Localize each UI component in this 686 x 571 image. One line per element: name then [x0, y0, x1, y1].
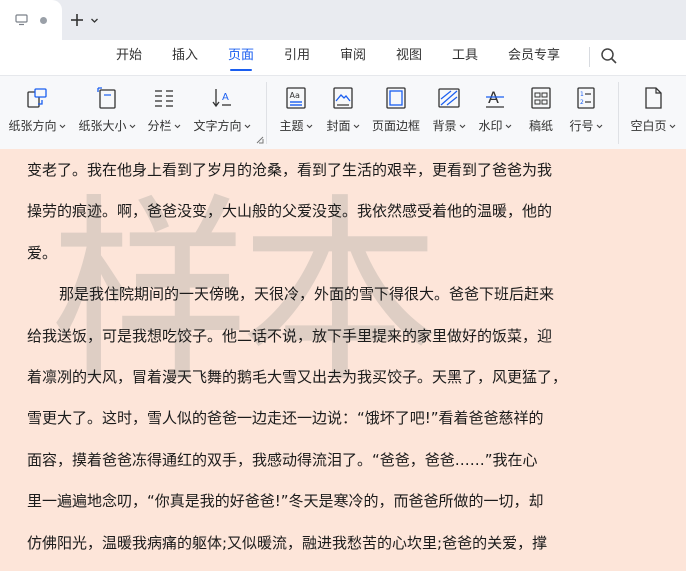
- page-size-label: 纸张大小: [78, 119, 127, 133]
- menu-bar: 开始 插入 页面 引用 审阅 视图 工具 会员专享: [0, 40, 686, 74]
- text-line: 变老了。我在他身上看到了岁月的沧桑，看到了生活的艰辛，更看到了爸爸为我: [27, 161, 553, 179]
- menu-insert[interactable]: 插入: [172, 47, 198, 65]
- menu-home[interactable]: 开始: [116, 47, 142, 65]
- text-line: 里一遍遍地念叨，“你真是我的好爸爸!”冬天是寒冷的，而爸爸所做的一切，却: [27, 492, 544, 511]
- page-size-button[interactable]: 纸张大小: [78, 86, 136, 138]
- new-tab-button[interactable]: [70, 9, 99, 31]
- chevron-down-icon: [174, 124, 180, 128]
- text-line: 那是我住院期间的一天傍晚，天很冷，外面的雪下得很大。爸爸下班后赶来: [59, 285, 555, 304]
- toolbar-divider: [266, 82, 267, 144]
- menu-page-label: 页面: [228, 48, 255, 63]
- chevron-down-icon[interactable]: [90, 16, 99, 25]
- page-border-button[interactable]: 页面边框: [371, 86, 421, 138]
- menu-member[interactable]: 会员专享: [508, 47, 560, 65]
- chevron-down-icon: [244, 124, 250, 128]
- chevron-down-icon: [129, 124, 135, 128]
- manuscript-paper-label: 稿纸: [528, 119, 553, 133]
- watermark-label: 水印: [478, 119, 503, 133]
- text-direction-icon: A: [212, 89, 231, 108]
- search-icon[interactable]: [599, 46, 619, 66]
- menu-tools[interactable]: 工具: [452, 47, 478, 65]
- chevron-down-icon: [306, 124, 312, 128]
- line-number-button[interactable]: 1 2 行号: [567, 86, 605, 138]
- monitor-icon: [15, 14, 28, 26]
- line-number-label: 行号: [569, 119, 594, 133]
- columns-label: 分栏: [147, 119, 172, 133]
- menu-review[interactable]: 审阅: [340, 47, 366, 65]
- columns-icon: [155, 90, 173, 107]
- chevron-down-icon: [59, 124, 65, 128]
- chevron-down-icon: [353, 124, 359, 128]
- plus-icon: [71, 14, 83, 26]
- text-direction-button[interactable]: A 文字方向: [194, 86, 250, 138]
- unsaved-dot-icon: [40, 16, 47, 24]
- page-size-icon: [97, 87, 116, 109]
- ribbon-toolbar: 纸张方向 纸张大小 分栏 A 文字方向 Aa 主题 封面 页面边框 背景 A 水…: [0, 75, 686, 150]
- text-line: 仿佛阳光，温暖我病痛的躯体;又似暖流，融进我愁苦的心坎里;爸爸的关爱，撑: [27, 533, 548, 552]
- active-tab-indicator: [230, 69, 253, 71]
- blank-page-label: 空白页: [630, 119, 667, 133]
- page-orientation-icon: [27, 88, 47, 108]
- document-body[interactable]: 变老了。我在他身上看到了岁月的沧桑，看到了生活的艰辛，更看到了爸爸为我 操劳的痕…: [27, 155, 587, 569]
- text-direction-label: 文字方向: [193, 119, 242, 133]
- menu-reference[interactable]: 引用: [284, 47, 310, 65]
- chevron-down-icon: [459, 124, 465, 128]
- dialog-launcher-icon[interactable]: [256, 136, 264, 144]
- theme-icon: Aa: [286, 87, 306, 109]
- page-border-icon: [386, 87, 406, 109]
- columns-button[interactable]: 分栏: [146, 86, 182, 138]
- toolbar-divider: [618, 82, 619, 144]
- background-label: 背景: [432, 119, 457, 133]
- chevron-down-icon: [505, 124, 511, 128]
- menu-page[interactable]: 页面: [228, 47, 255, 71]
- page-orientation-label: 纸张方向: [8, 119, 57, 133]
- text-line: 雪更大了。这时，雪人似的爸爸一边走还一边说：“饿坏了吧!”看着爸爸慈祥的: [27, 409, 544, 428]
- menu-view[interactable]: 视图: [396, 47, 422, 65]
- theme-button[interactable]: Aa 主题: [278, 86, 314, 138]
- line-number-icon: 1 2: [577, 87, 595, 109]
- background-button[interactable]: 背景: [430, 86, 468, 138]
- tab-strip: [0, 0, 686, 40]
- chevron-down-icon: [596, 124, 602, 128]
- text-line: 给我送饭，可是我想吃饺子。他二话不说，放下手里提来的家里做好的饭菜，迎: [27, 326, 553, 345]
- watermark-button[interactable]: A 水印: [476, 86, 514, 138]
- theme-label: 主题: [279, 119, 304, 133]
- text-line: 爱。: [27, 243, 58, 262]
- text-line: 面容，摸着爸爸冻得通红的双手，我感动得流泪了。“爸爸，爸爸……”我在心: [27, 450, 538, 469]
- svg-text:A: A: [222, 92, 229, 103]
- svg-text:2: 2: [580, 99, 584, 106]
- document-page[interactable]: 样本 变老了。我在他身上看到了岁月的沧桑，看到了生活的艰辛，更看到了爸爸为我 操…: [0, 149, 686, 571]
- text-line: 着凛冽的大风，冒着漫天飞舞的鹅毛大雪又出去为我买饺子。天黑了，风更猛了，: [27, 367, 568, 386]
- cover-icon: [333, 87, 353, 109]
- blank-page-icon: [645, 87, 662, 109]
- svg-text:1: 1: [580, 91, 584, 98]
- page-border-label: 页面边框: [371, 119, 420, 133]
- text-line: 操劳的痕迹。啊，爸爸没变，大山般的父爱没变。我依然感受着他的温暖，他的: [27, 202, 553, 221]
- document-tab[interactable]: [0, 0, 62, 40]
- watermark-icon: A: [486, 88, 504, 108]
- chevron-down-icon: [669, 124, 675, 128]
- page-orientation-button[interactable]: 纸张方向: [8, 86, 66, 138]
- background-icon: [438, 88, 460, 108]
- menu-divider: [589, 47, 590, 67]
- manuscript-paper-button[interactable]: 稿纸: [525, 86, 557, 138]
- svg-text:Aa: Aa: [290, 91, 300, 100]
- cover-button[interactable]: 封面: [325, 86, 361, 138]
- blank-page-button[interactable]: 空白页: [628, 86, 678, 138]
- cover-label: 封面: [326, 119, 351, 133]
- manuscript-paper-icon: [531, 87, 551, 109]
